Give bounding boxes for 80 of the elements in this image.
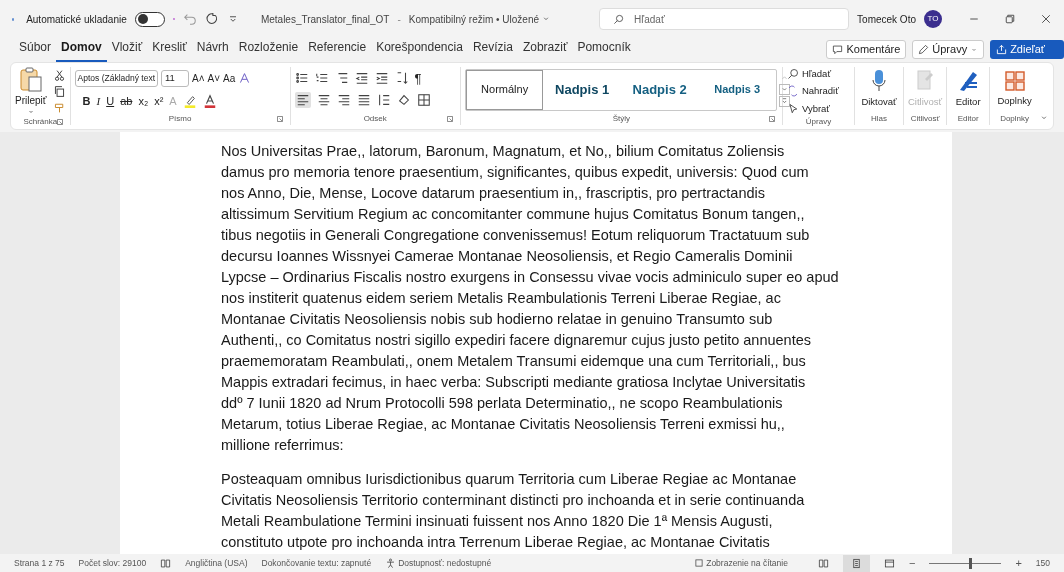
text-line: nos institerit quatenus eidem seriem Metalis Reambulationis Terreni Liberae Regiae, ac xyxy=(221,289,782,308)
zoom-level[interactable]: 150 xyxy=(1035,556,1050,570)
accessibility-status[interactable]: Dostupnosť: nedostupné xyxy=(398,556,492,570)
group-label: Doplnky xyxy=(1000,112,1030,125)
text-line: tibus negotiis in Generali Congregatione convenissemus! Eotum reliquorum Tractatuum sub xyxy=(221,226,811,245)
paste-button[interactable]: Prilepiť xyxy=(15,67,47,116)
style-option[interactable]: Normálny xyxy=(465,69,544,110)
style-option[interactable]: Nadpis 3 xyxy=(698,69,776,110)
title-separator: - xyxy=(397,12,401,27)
search-field[interactable]: Hľadať xyxy=(599,8,850,30)
text-line: nos Anno, Die, Mense, Locove datarum praesentium in,, frascriptis, pro pertractandis xyxy=(221,184,767,203)
ribbon-tab[interactable]: Vložiť xyxy=(106,38,148,62)
group-label: Schránka xyxy=(23,116,58,128)
user-name[interactable]: Tomecek Oto xyxy=(857,11,916,27)
show-marks-button[interactable]: ¶ xyxy=(414,71,422,85)
editing-mode-button[interactable]: Úpravy xyxy=(912,40,985,59)
style-option[interactable]: Nadpis 1 xyxy=(543,69,621,110)
group-label: Odsek xyxy=(363,112,387,125)
font-format-button[interactable]: U xyxy=(106,92,115,110)
group-label: Úpravy xyxy=(805,115,832,128)
editing-button[interactable]: Nahradiť xyxy=(786,84,839,99)
comments-button[interactable]: Komentáre xyxy=(826,40,907,59)
zoom-in-button[interactable]: + xyxy=(1015,554,1022,572)
text-line: constituto utpote pro inchoanda intra Terrenum Liberae Regiae, ac Montanae Civitatis xyxy=(221,533,771,552)
ribbon-tab[interactable]: Súbor xyxy=(14,38,57,62)
add-ins-button[interactable]: Doplnky xyxy=(994,70,1035,109)
editing-button[interactable]: Vybrať xyxy=(786,101,839,116)
ribbon-tab[interactable]: Rozloženie xyxy=(233,38,304,62)
predictions-status[interactable]: Dokončovanie textu: zapnuté xyxy=(261,556,372,570)
focus-mode-button[interactable]: Zobrazenie na čítanie xyxy=(706,556,788,570)
ribbon-tab[interactable]: Referencie xyxy=(303,38,372,62)
group-label: Štýly xyxy=(612,112,631,125)
text-line: damus pro memoria tenore praesentium, significantes, quibus expedit, universis: Quod cum xyxy=(221,163,810,182)
text-line: ddº 7 Iunii 1820 ad Nrum Protocolli 598 perlata Determinatio,, ne scopo Reambulationis xyxy=(221,394,784,413)
page-count[interactable]: Strana 1 z 75 xyxy=(14,556,65,570)
text-line: Authenti,, co Comitatus nostri sigillo expediri facere dignaremur cujus justo petito annuentes xyxy=(221,331,812,350)
font-format-button[interactable]: A˄ xyxy=(192,70,205,86)
group-label: Citlivosť xyxy=(910,112,940,125)
font-format-button[interactable]: I xyxy=(96,92,101,110)
dictate-button[interactable]: Diktovať xyxy=(859,69,899,110)
style-option[interactable]: Nadpis 2 xyxy=(620,69,699,110)
ribbon-tab[interactable]: Pomocník xyxy=(572,38,636,62)
ribbon-tab[interactable]: Kresliť xyxy=(147,38,192,62)
text-line: Nos Universitas Prae,, latorum, Baronum, Magnatum, et No,, bilium Comitatus Zoliensis xyxy=(221,142,786,161)
document-state[interactable]: Kompatibilný režim • Uložené xyxy=(408,11,540,27)
text-line: decursu Ioannes Wissnyei Camerae Montanae Neosoliensis, et Regio Cameralis Dominii xyxy=(221,247,794,266)
text-line: altissimum Servitium Regium ac concomitanter commune hujus Comitatus Bonum tangen,, xyxy=(221,205,806,224)
ribbon-tab[interactable]: Korešpondencia xyxy=(371,38,468,62)
group-label: Písmo xyxy=(168,112,192,125)
font-format-button[interactable]: A˅ xyxy=(207,70,221,86)
text-line: millione referrimus: xyxy=(221,436,345,455)
text-line: praememoratam Reambulati,, onem Metalem Transumi eidemque una cum Territoriali,, bus xyxy=(221,352,807,371)
font-format-button[interactable]: x₂ xyxy=(138,92,149,110)
editor-button[interactable]: Editor xyxy=(951,69,986,110)
text-line: Lypcse – Ordinarius Fiscalis nostro exurgens in Consessu vivae vocis adminiculo super eo apud xyxy=(221,268,840,287)
font-format-button[interactable]: x² xyxy=(154,92,164,110)
group-label: Hlas xyxy=(871,112,888,125)
text-line: Mappis extradari fecimus, in haec verba: Subscripti mediante gratiosa Inclytae Universitatis xyxy=(221,373,807,392)
text-line: Civitatis Neosoliensis Territorio conterminant distincti pro inchoanda et in serie continuanda xyxy=(221,491,806,510)
group-label: Editor xyxy=(957,112,979,125)
document-name: Metales_Translator_final_OT xyxy=(260,12,390,27)
ribbon-tab[interactable]: Revízia xyxy=(467,38,518,62)
font-format-button[interactable]: ab xyxy=(120,92,133,110)
language-status[interactable]: Angličtina (USA) xyxy=(185,556,248,570)
editing-button[interactable]: Hľadať xyxy=(786,67,839,82)
text-line: Montanae Civitatis Neosoliensis nobis sub hodierno relatae in genuino Transumto sub xyxy=(221,310,774,329)
font-name-field[interactable]: Aptos (Základný text xyxy=(74,69,159,87)
font-size-field[interactable]: 11 xyxy=(161,69,190,87)
user-avatar[interactable]: TO xyxy=(924,10,942,28)
text-line: Metali Reambulatione Termini insinuati fuissent nos Anno 1820 Die 1ª Mensis Augusti, xyxy=(221,512,774,531)
text-line: Posteaquam omnibus Iurisdictionibus quarum Territoria cum Liberae Regiae ac Montanae xyxy=(221,470,798,489)
word-count[interactable]: Počet slov: 29100 xyxy=(78,556,147,570)
autosave-label: Automatické ukladanie xyxy=(26,12,127,27)
font-format-button[interactable]: B xyxy=(82,92,91,110)
font-format-button[interactable]: Aa xyxy=(223,70,236,86)
ribbon-tab[interactable]: Zobraziť xyxy=(517,38,573,62)
ribbon-tab[interactable]: Návrh xyxy=(191,38,234,62)
share-button[interactable]: Zdieľať xyxy=(990,40,1064,59)
text-line: Metarum, totius Liberae Regiae, ac Montanae Civitatis Neosoliensis Terreni exmissi hu,, xyxy=(221,415,786,434)
zoom-out-button[interactable]: − xyxy=(908,554,916,572)
